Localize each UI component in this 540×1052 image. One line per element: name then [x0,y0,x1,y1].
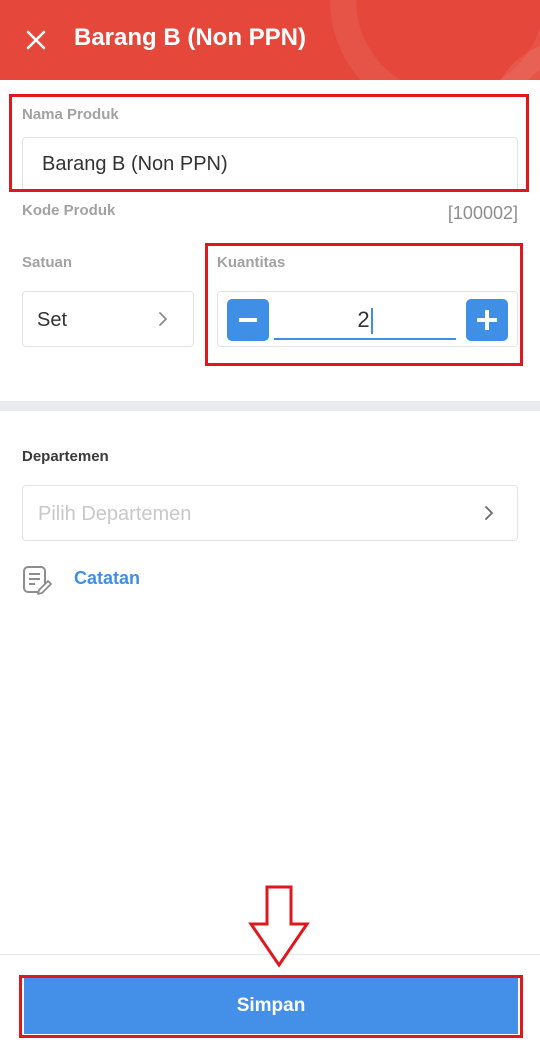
annotation-arrow-icon [248,885,310,968]
highlight-box-quantity [205,243,523,366]
page-title: Barang B (Non PPN) [74,24,307,51]
chevron-right-icon [159,312,167,326]
highlight-box-product-name [9,94,529,192]
department-selector[interactable]: Pilih Departemen [22,485,518,541]
note-icon[interactable] [22,565,52,595]
note-link[interactable]: Catatan [74,568,140,589]
section-divider [0,401,540,411]
chevron-right-icon [485,506,493,520]
highlight-box-save [19,975,523,1038]
department-label: Departemen [22,448,109,465]
product-code-value: [100002] [447,203,518,223]
unit-label: Satuan [22,254,73,271]
department-placeholder: Pilih Departemen [38,503,192,525]
unit-selector[interactable]: Set [22,291,194,347]
app-header: Barang B (Non PPN) [0,0,540,80]
product-code-label: Kode Produk [22,202,116,219]
unit-value: Set [37,309,68,331]
close-icon[interactable] [22,26,50,54]
